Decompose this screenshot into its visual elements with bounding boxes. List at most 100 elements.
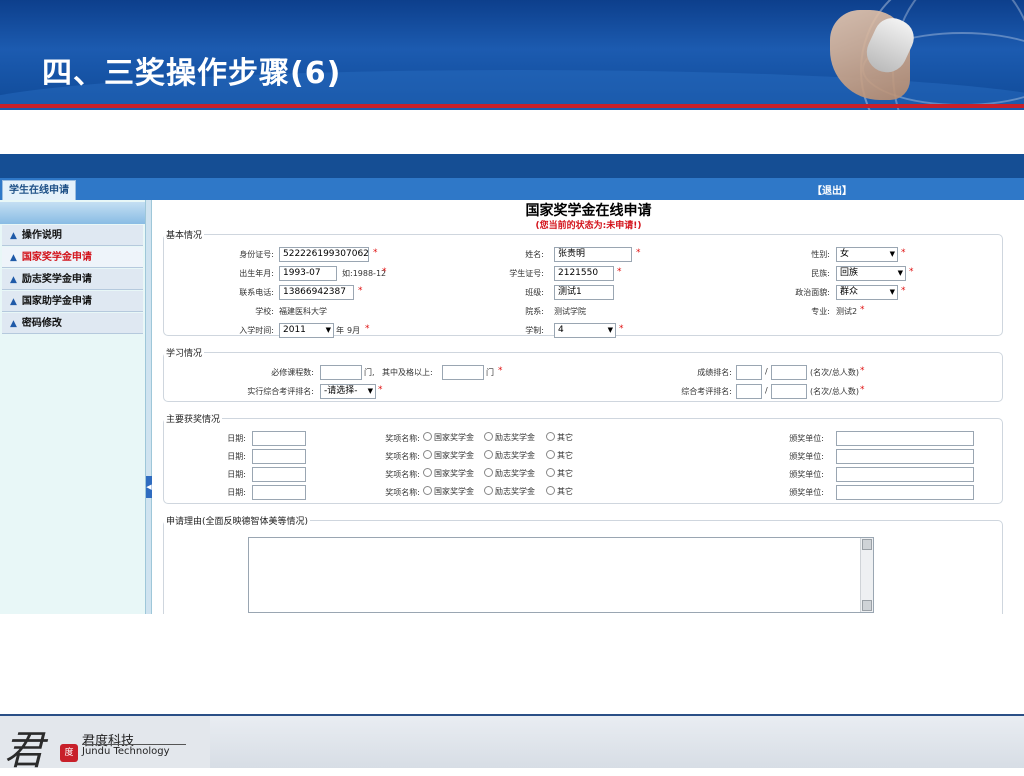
- birth-date-field[interactable]: 1993-07: [279, 266, 337, 281]
- award-option-label: 励志奖学金: [495, 433, 535, 442]
- chevron-down-icon: ▼: [897, 269, 903, 277]
- required-courses-field[interactable]: [320, 365, 362, 380]
- date-label: 日期:: [227, 470, 246, 479]
- section-legend: 申请理由(全面反映德智体美等情况): [166, 517, 309, 527]
- student-no-field[interactable]: 2121550: [554, 266, 614, 281]
- radio-icon[interactable]: [484, 450, 493, 459]
- issuer-field[interactable]: [836, 485, 974, 500]
- reason-textarea[interactable]: [248, 537, 874, 613]
- collapse-sidebar-icon[interactable]: ◀: [146, 476, 152, 498]
- chevron-down-icon: ▼: [889, 250, 895, 258]
- award-option-radio[interactable]: 励志奖学金: [484, 468, 535, 479]
- radio-icon[interactable]: [546, 432, 555, 441]
- enroll-month: 9月: [347, 326, 361, 335]
- rank-position-field[interactable]: [736, 365, 762, 380]
- required-mark: *: [373, 248, 378, 258]
- composite-rank-position-field[interactable]: [736, 384, 762, 399]
- award-date-field[interactable]: [252, 485, 306, 500]
- enroll-year-select[interactable]: 2011 ▼: [279, 323, 334, 338]
- company-underline: [82, 744, 186, 745]
- awards-section: 主要获奖情况 日期: 奖项名称: 国家奖学金 励志奖学金 其它 颁奖单位: 日期: 奖项名称:…: [163, 412, 1003, 504]
- birth-hint: 如:1988-12: [342, 269, 387, 278]
- section-legend: 学习情况: [166, 349, 203, 359]
- award-name-label: 奖项名称:: [385, 434, 420, 443]
- basic-info-section: 基本情况 身份证号: 522226199307062425 * 姓名: 张贵明 …: [163, 228, 1003, 338]
- required-mark: *: [358, 286, 363, 296]
- radio-icon[interactable]: [423, 432, 432, 441]
- dept-label: 院系:: [525, 307, 544, 316]
- scroll-up-icon[interactable]: [862, 539, 872, 550]
- required-mark: *: [382, 267, 387, 277]
- length-select[interactable]: 4 ▼: [554, 323, 616, 338]
- award-option-radio[interactable]: 其它: [546, 486, 573, 497]
- gender-label: 性别:: [811, 250, 830, 259]
- phone-field[interactable]: 13866942387: [279, 285, 354, 300]
- major-value: 测试2: [836, 307, 858, 316]
- award-option-radio[interactable]: 其它: [546, 468, 573, 479]
- class-label: 班级:: [525, 288, 544, 297]
- issuer-field[interactable]: [836, 449, 974, 464]
- sidebar-item-national-scholarship[interactable]: ▲ 国家奖学金申请: [2, 247, 143, 268]
- award-option-radio[interactable]: 励志奖学金: [484, 432, 535, 443]
- textarea-scrollbar[interactable]: [860, 538, 873, 612]
- arrow-up-icon: ▲: [10, 231, 17, 241]
- award-option-radio[interactable]: 其它: [546, 432, 573, 443]
- ethnic-select[interactable]: 回族 ▼: [836, 266, 906, 281]
- composite-select[interactable]: -请选择- ▼: [320, 384, 376, 399]
- issuer-field[interactable]: [836, 431, 974, 446]
- required-mark: *: [860, 305, 865, 315]
- composite-rank-total-field[interactable]: [771, 384, 807, 399]
- award-option-label: 励志奖学金: [495, 469, 535, 478]
- passed-courses-field[interactable]: [442, 365, 484, 380]
- award-option-label: 励志奖学金: [495, 487, 535, 496]
- issuer-field[interactable]: [836, 467, 974, 482]
- required-courses-label: 必修课程数:: [271, 368, 314, 377]
- sidebar-item-inspirational-scholarship[interactable]: ▲ 励志奖学金申请: [2, 269, 143, 290]
- radio-icon[interactable]: [546, 450, 555, 459]
- award-option-radio[interactable]: 励志奖学金: [484, 450, 535, 461]
- award-option-radio[interactable]: 国家奖学金: [423, 486, 474, 497]
- school-value: 福建医科大学: [279, 307, 327, 316]
- radio-icon[interactable]: [484, 486, 493, 495]
- radio-icon[interactable]: [546, 486, 555, 495]
- required-mark: *: [617, 267, 622, 277]
- required-mark: *: [619, 324, 624, 334]
- date-label: 日期:: [227, 434, 246, 443]
- school-label: 学校:: [255, 307, 274, 316]
- radio-icon[interactable]: [484, 468, 493, 477]
- radio-icon[interactable]: [423, 486, 432, 495]
- sidebar-item-instructions[interactable]: ▲ 操作说明: [2, 225, 143, 246]
- arrow-up-icon: ▲: [10, 275, 17, 285]
- arrow-up-icon: ▲: [10, 297, 17, 307]
- radio-icon[interactable]: [423, 468, 432, 477]
- sidebar-item-label: 密码修改: [21, 318, 62, 329]
- sidebar-item-national-grant[interactable]: ▲ 国家助学金申请: [2, 291, 143, 312]
- rank-total-field[interactable]: [771, 365, 807, 380]
- sidebar-splitter[interactable]: [146, 200, 152, 614]
- scroll-down-icon[interactable]: [862, 600, 872, 611]
- section-legend: 基本情况: [166, 231, 203, 241]
- sidebar-item-password[interactable]: ▲ 密码修改: [2, 313, 143, 334]
- class-field[interactable]: 测试1: [554, 285, 614, 300]
- political-select[interactable]: 群众 ▼: [836, 285, 898, 300]
- radio-icon[interactable]: [546, 468, 555, 477]
- award-option-radio[interactable]: 其它: [546, 450, 573, 461]
- award-date-field[interactable]: [252, 467, 306, 482]
- award-option-radio[interactable]: 励志奖学金: [484, 486, 535, 497]
- radio-icon[interactable]: [484, 432, 493, 441]
- award-option-radio[interactable]: 国家奖学金: [423, 450, 474, 461]
- id-number-field[interactable]: 522226199307062425: [279, 247, 369, 262]
- gender-select[interactable]: 女 ▼: [836, 247, 898, 262]
- award-date-field[interactable]: [252, 449, 306, 464]
- award-name-label: 奖项名称:: [385, 452, 420, 461]
- logout-link[interactable]: 【退出】: [812, 182, 852, 197]
- radio-icon[interactable]: [423, 450, 432, 459]
- name-field[interactable]: 张贵明: [554, 247, 632, 262]
- award-option-radio[interactable]: 国家奖学金: [423, 468, 474, 479]
- award-option-radio[interactable]: 国家奖学金: [423, 432, 474, 443]
- tab-student-application[interactable]: 学生在线申请: [2, 180, 76, 200]
- slash: /: [765, 386, 768, 395]
- enroll-label: 入学时间:: [239, 326, 274, 335]
- award-date-field[interactable]: [252, 431, 306, 446]
- award-name-label: 奖项名称:: [385, 470, 420, 479]
